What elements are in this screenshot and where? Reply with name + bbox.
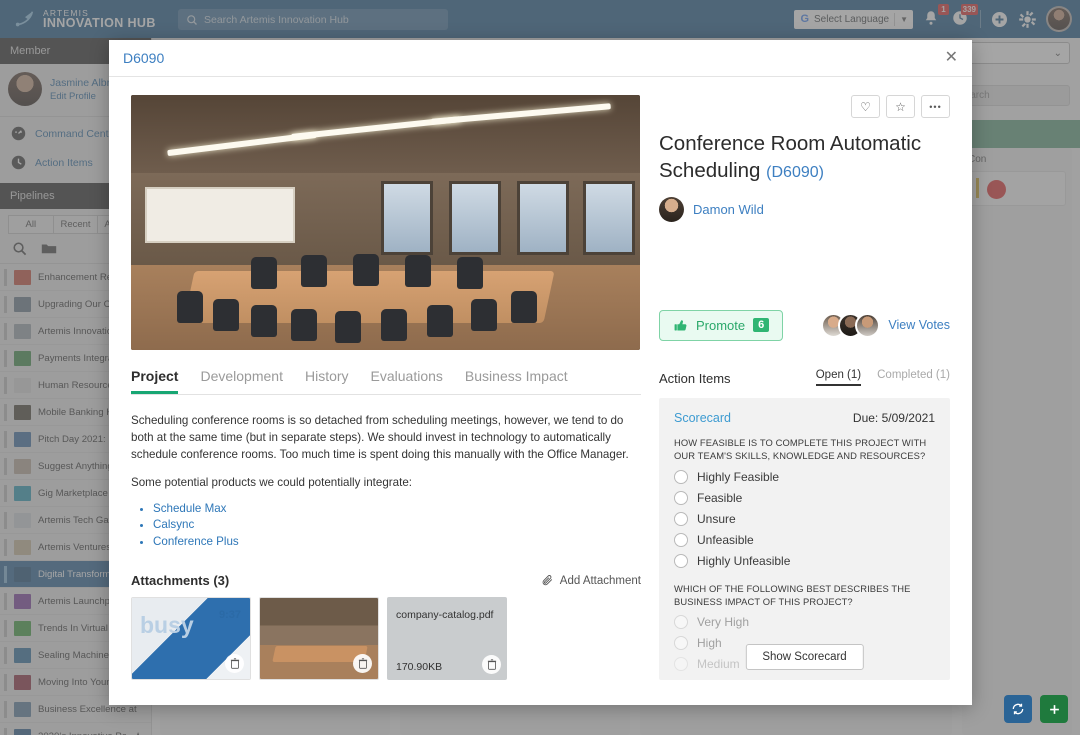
idea-author[interactable]: Damon Wild	[659, 196, 950, 222]
option-label: Highly Feasible	[697, 469, 780, 484]
overlay-word: busy	[140, 612, 194, 639]
votes-section: View Votes	[821, 312, 950, 338]
scorecard-option[interactable]: Unsure	[674, 511, 935, 526]
more-horizontal-icon[interactable]: •••	[921, 95, 950, 118]
page-title: Conference Room Automatic Scheduling (D6…	[659, 130, 950, 185]
modal-header: D6090 ✕	[109, 40, 972, 77]
scorecard-option[interactable]: Very High	[674, 615, 935, 630]
option-label: Medium	[697, 657, 740, 672]
option-label: Feasible	[697, 490, 743, 505]
radio-button[interactable]	[674, 469, 688, 484]
option-label: Highly Unfeasible	[697, 553, 791, 568]
scorecard-question-2: WHICH OF THE FOLLOWING BEST DESCRIBES TH…	[674, 582, 911, 607]
promote-label: Promote	[696, 317, 746, 333]
promote-row: Promote 6 View Votes	[659, 309, 950, 341]
scorecard-link[interactable]: Scorecard	[674, 411, 731, 425]
paperclip-icon	[542, 575, 552, 586]
scorecard-due-date: Due: 5/09/2021	[852, 410, 935, 425]
modal-left-column: Project Development History Evaluations …	[131, 95, 641, 705]
attachments-title: Attachments (3)	[131, 573, 230, 589]
scorecard-question-1: HOW FEASIBLE IS TO COMPLETE THIS PROJECT…	[674, 436, 927, 462]
trash-icon[interactable]	[225, 654, 244, 674]
avatar	[855, 312, 881, 338]
refresh-icon	[1012, 703, 1024, 715]
product-links-list: Schedule Max Calsync Conference Plus	[153, 501, 641, 551]
product-link[interactable]: Calsync	[153, 517, 641, 534]
option-label: Unfeasible	[697, 532, 754, 547]
tab-evaluations[interactable]: Evaluations	[371, 368, 443, 394]
idea-detail-modal: D6090 ✕ Project Development History Eval…	[109, 40, 972, 705]
project-description: Scheduling conference rooms is so detach…	[131, 412, 641, 551]
attachment-filename: company-catalog.pdf	[396, 609, 494, 622]
action-items-header: Action Items Open (1) Completed (1)	[659, 369, 950, 386]
description-paragraph-2: Some potential products we could potenti…	[131, 476, 412, 490]
modal-id-label: D6090	[123, 50, 165, 66]
idea-action-buttons: ♡ ☆ •••	[659, 95, 950, 118]
modal-right-column: ♡ ☆ ••• Conference Room Automatic Schedu…	[659, 95, 950, 705]
scorecard-panel: Scorecard Due: 5/09/2021 HOW FEASIBLE IS…	[659, 397, 950, 680]
action-items-title: Action Items	[659, 370, 731, 386]
radio-button[interactable]	[674, 657, 688, 672]
radio-button[interactable]	[674, 615, 688, 630]
content-tabs: Project Development History Evaluations …	[131, 368, 641, 395]
radio-button[interactable]	[674, 490, 688, 505]
scorecard-option[interactable]: Highly Feasible	[674, 469, 935, 484]
show-scorecard-button[interactable]: Show Scorecard	[745, 643, 864, 670]
radio-button[interactable]	[674, 553, 688, 568]
thumbs-up-icon	[674, 320, 687, 331]
tab-project[interactable]: Project	[131, 368, 179, 394]
tab-development[interactable]: Development	[200, 368, 283, 394]
conference-room-photo	[131, 95, 640, 350]
add-attachment-label: Add Attachment	[559, 574, 641, 587]
radio-button[interactable]	[674, 636, 688, 651]
attachments-header: Attachments (3) Add Attachment	[131, 573, 641, 588]
view-votes-link[interactable]: View Votes	[888, 318, 950, 332]
attachments-list: busy 9:37 company-catalog.pdf 170.90KB	[131, 597, 641, 681]
attachment-thumbnail[interactable]	[259, 597, 379, 681]
avatar	[659, 196, 684, 222]
scorecard-option[interactable]: Highly Unfeasible	[674, 553, 935, 568]
promote-button[interactable]: Promote 6	[659, 309, 784, 341]
trash-icon[interactable]	[353, 654, 372, 674]
idea-id[interactable]: (D6090)	[766, 164, 824, 181]
plus-icon	[1049, 704, 1059, 714]
option-label: Very High	[697, 615, 750, 630]
bell-icon[interactable]: ♡	[851, 95, 880, 118]
description-paragraph-1: Scheduling conference rooms is so detach…	[131, 414, 629, 462]
voter-avatars	[821, 312, 881, 338]
radio-button[interactable]	[674, 511, 688, 526]
scorecard-option[interactable]: Unfeasible	[674, 532, 935, 547]
add-button[interactable]	[1040, 695, 1068, 723]
overlay-time: 9:37	[218, 609, 241, 622]
tab-open[interactable]: Open (1)	[815, 369, 862, 386]
tab-history[interactable]: History	[305, 368, 349, 394]
author-name: Damon Wild	[693, 201, 764, 217]
promote-count: 6	[753, 318, 770, 333]
tab-completed[interactable]: Completed (1)	[877, 369, 950, 386]
scorecard-option[interactable]: Feasible	[674, 490, 935, 505]
product-link[interactable]: Schedule Max	[153, 501, 641, 518]
tab-business-impact[interactable]: Business Impact	[465, 368, 568, 394]
scorecard-header: Scorecard Due: 5/09/2021	[674, 411, 935, 425]
option-label: Unsure	[697, 511, 736, 526]
radio-button[interactable]	[674, 532, 688, 547]
product-link[interactable]: Conference Plus	[153, 534, 641, 551]
attachment-thumbnail[interactable]: busy 9:37	[131, 597, 251, 681]
attachment-document[interactable]: company-catalog.pdf 170.90KB	[387, 597, 507, 681]
app-root: ARTEMIS INNOVATION HUB Search Artemis In…	[0, 0, 1080, 735]
refresh-button[interactable]	[1004, 695, 1032, 723]
close-icon[interactable]: ✕	[945, 50, 958, 66]
option-label: High	[697, 636, 722, 651]
action-items-tabs: Open (1) Completed (1)	[815, 369, 950, 386]
add-attachment-button[interactable]: Add Attachment	[541, 574, 641, 587]
modal-body: Project Development History Evaluations …	[109, 77, 972, 705]
trash-icon[interactable]	[482, 655, 501, 675]
floating-action-buttons	[1004, 695, 1068, 723]
star-icon[interactable]: ☆	[886, 95, 915, 118]
attachment-filesize: 170.90KB	[396, 661, 443, 674]
